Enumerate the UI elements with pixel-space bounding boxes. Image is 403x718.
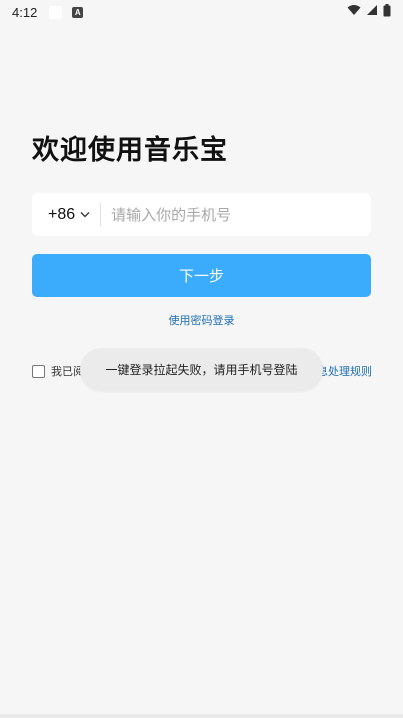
status-left: 4:12 A — [0, 4, 84, 20]
next-button[interactable]: 下一步 — [32, 254, 371, 297]
notification-square-icon — [49, 5, 63, 19]
page-title: 欢迎使用音乐宝 — [32, 135, 228, 166]
status-bar: 4:12 A — [0, 0, 403, 24]
a-badge-icon: A — [72, 6, 84, 18]
chevron-down-icon — [80, 212, 90, 218]
login-screen: 4:12 A 欢迎使用音乐宝 +86 请输入你的手机号 下一步 使用密码登录 我… — [0, 0, 403, 718]
agreement-checkbox[interactable] — [32, 364, 45, 378]
phone-input[interactable] — [101, 192, 371, 237]
status-right — [347, 3, 403, 21]
password-login-link[interactable]: 使用密码登录 — [0, 312, 403, 328]
privacy-rules-link[interactable]: 息处理规则 — [317, 363, 372, 379]
country-code-label: +86 — [48, 205, 76, 223]
signal-icon — [366, 4, 378, 20]
wifi-icon — [347, 4, 361, 20]
phone-input-row: +86 — [32, 192, 371, 237]
toast-message: 一键登录拉起失败，请用手机号登陆 — [80, 348, 323, 391]
status-time: 4:12 — [12, 4, 38, 20]
battery-icon — [383, 3, 391, 21]
country-code-selector[interactable]: +86 — [32, 193, 100, 236]
navigation-bar — [0, 714, 403, 718]
